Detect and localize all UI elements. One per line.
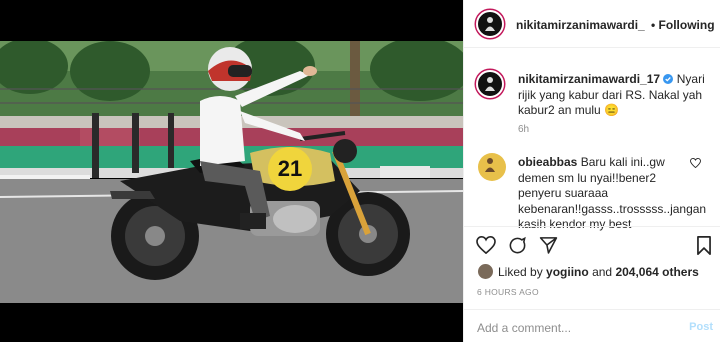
liked-by-label: Liked by	[498, 265, 543, 279]
avatar-figure-icon	[485, 158, 495, 172]
commenter-avatar[interactable]	[478, 153, 506, 181]
separator-dot: •	[651, 18, 656, 32]
caption-time: 6h	[518, 124, 530, 135]
save-bookmark-icon[interactable]	[696, 236, 712, 255]
likes-summary: Liked by yogiino and 204,064 others	[498, 265, 699, 279]
likes-others-count[interactable]: 204,064 others	[615, 265, 698, 279]
caption-username[interactable]: nikitamirzanimawardi_17	[518, 72, 660, 86]
author-avatar[interactable]	[476, 10, 504, 38]
motorcycle-photo: 21	[0, 41, 463, 303]
caption-avatar[interactable]	[476, 70, 504, 98]
author-username[interactable]: nikitamirzanimawardi_	[516, 18, 645, 32]
caption-text-block: nikitamirzanimawardi_17 Nyari rijik yang…	[518, 72, 713, 119]
likes-and-label: and	[592, 265, 613, 279]
add-comment-input[interactable]: Add a comment...	[477, 321, 571, 335]
comment-like-heart-icon[interactable]	[690, 158, 701, 168]
avatar-figure-icon	[485, 77, 495, 91]
caption-emoji: 😑	[604, 103, 620, 117]
share-paper-plane-icon[interactable]	[539, 236, 558, 254]
liker-avatar[interactable]	[478, 264, 493, 279]
comment-text-block: obieabbas Baru kali ini..gw demen sm lu …	[518, 155, 706, 233]
post-timestamp: 6 HOURS AGO	[477, 287, 539, 297]
verified-badge-icon	[663, 74, 674, 84]
add-comment-bar: Add a comment... Post	[464, 309, 720, 342]
post-header: nikitamirzanimawardi_ • Following	[464, 0, 720, 48]
action-bar	[464, 226, 720, 266]
follow-status[interactable]: • Following	[651, 18, 715, 32]
post-photo[interactable]: 21	[0, 41, 463, 303]
post-details-panel: nikitamirzanimawardi_ • Following nikita…	[463, 0, 720, 342]
liker-username[interactable]: yogiino	[546, 265, 589, 279]
following-label: Following	[658, 18, 715, 32]
comment-bubble-icon[interactable]	[508, 236, 527, 255]
like-heart-icon[interactable]	[476, 236, 496, 254]
comment-username[interactable]: obieabbas	[518, 155, 577, 169]
avatar-figure-icon	[485, 17, 495, 31]
tank-number: 21	[278, 156, 302, 181]
post-comment-button[interactable]: Post	[689, 321, 713, 333]
post-media-area: 21	[0, 0, 463, 342]
